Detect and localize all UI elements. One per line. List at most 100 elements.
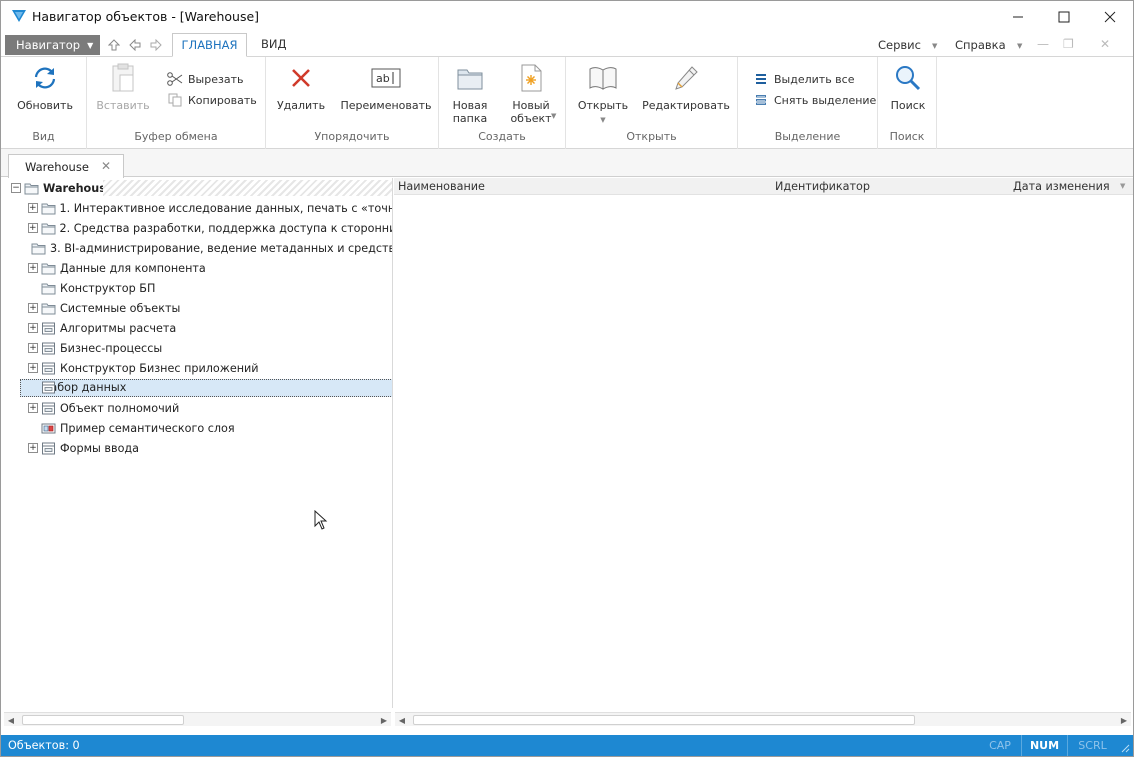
semantic-layer-icon: [41, 423, 56, 433]
tree-item[interactable]: + Алгоритмы расчета: [3, 318, 392, 338]
tree-item[interactable]: + Данные для компонента: [3, 258, 392, 278]
tree-item[interactable]: Набор данных: [3, 378, 392, 398]
container-icon: [42, 362, 55, 374]
new-object-label-1: Новый: [512, 99, 550, 112]
new-folder-label-1: Новая: [452, 99, 488, 112]
cut-button[interactable]: Вырезать: [167, 72, 243, 86]
minimize-button[interactable]: [995, 1, 1041, 33]
tree-item[interactable]: + Бизнес-процессы: [3, 338, 392, 358]
tree-item[interactable]: + Конструктор Бизнес приложений: [3, 358, 392, 378]
doc-restore-button[interactable]: ❐: [1063, 37, 1074, 51]
doc-close-button[interactable]: ✕: [1100, 37, 1110, 51]
select-all-button[interactable]: Выделить все: [753, 72, 854, 86]
open-button[interactable]: Открыть ▼: [576, 63, 630, 127]
tree-item[interactable]: + Формы ввода: [3, 438, 392, 458]
up-arrow-icon: [108, 39, 120, 51]
tree-item[interactable]: Конструктор БП: [3, 278, 392, 298]
chevron-down-icon: ▼: [87, 40, 94, 50]
expand-toggle-icon[interactable]: +: [28, 263, 38, 273]
tree-item-label: Объект полномочий: [60, 401, 180, 415]
tree-item[interactable]: + Объект полномочий: [3, 398, 392, 418]
column-identifier[interactable]: Идентификатор: [775, 180, 870, 193]
tree-item[interactable]: 3. BI-администрирование, ведение метадан…: [3, 238, 392, 258]
doc-minimize-button[interactable]: —: [1037, 37, 1049, 51]
new-folder-icon: [457, 69, 483, 90]
tree-item[interactable]: +2. Средства разработки, поддержка досту…: [3, 218, 392, 238]
list-horizontal-scrollbar[interactable]: ◀ ▶: [395, 712, 1131, 726]
deselect-icon: [756, 95, 766, 105]
search-button[interactable]: Поиск: [883, 63, 933, 112]
maximize-icon: [1058, 11, 1070, 23]
edit-label: Редактировать: [642, 99, 730, 112]
main-window: Навигатор объектов - [Warehouse] Навигат…: [0, 0, 1134, 757]
minimize-icon: [1013, 16, 1023, 18]
expand-toggle-icon[interactable]: +: [28, 343, 38, 353]
scroll-thumb[interactable]: [22, 715, 184, 725]
ribbon-group-selection: Выделить все Снять выделение Выделение: [738, 57, 878, 149]
tree-item[interactable]: Пример семантического слоя: [3, 418, 392, 438]
forward-button[interactable]: [147, 36, 165, 54]
copy-button[interactable]: Копировать: [167, 93, 257, 107]
new-object-button[interactable]: Новый объект: [505, 63, 557, 125]
tree-root[interactable]: − Warehouse: [3, 178, 392, 198]
group-label-clipboard: Буфер обмена: [134, 130, 218, 143]
chevron-down-icon: ▼: [551, 112, 557, 120]
object-count: Объектов: 0: [8, 739, 80, 752]
edit-button[interactable]: Редактировать: [642, 63, 730, 112]
expand-toggle-icon[interactable]: +: [28, 223, 38, 233]
close-button[interactable]: [1087, 1, 1133, 33]
resize-grip-icon[interactable]: [1120, 743, 1130, 753]
expand-toggle-icon[interactable]: +: [28, 303, 38, 313]
new-object-icon: [521, 64, 542, 92]
forward-arrow-icon: [150, 39, 162, 51]
search-icon: [896, 66, 921, 91]
new-folder-button[interactable]: Новая папка: [447, 63, 493, 125]
group-label-view: Вид: [32, 130, 55, 143]
tree-item[interactable]: + Системные объекты: [3, 298, 392, 318]
column-modified-date[interactable]: Дата изменения: [1013, 180, 1110, 193]
expand-toggle-icon[interactable]: +: [28, 403, 38, 413]
delete-button[interactable]: Удалить: [276, 63, 326, 112]
search-label: Поиск: [890, 99, 926, 112]
tree-horizontal-scrollbar[interactable]: ◀ ▶: [4, 712, 391, 726]
scroll-right-icon[interactable]: ▶: [1117, 713, 1131, 727]
scroll-thumb[interactable]: [413, 715, 915, 725]
tree-item-label: 1. Интерактивное исследование данных, пе…: [59, 201, 393, 215]
tab-home[interactable]: ГЛАВНАЯ: [172, 33, 247, 57]
expand-toggle-icon[interactable]: +: [28, 203, 38, 213]
chevron-down-icon[interactable]: ▼: [1120, 182, 1125, 190]
paste-button[interactable]: Вставить: [96, 63, 150, 112]
rename-button[interactable]: ab Переименовать: [340, 63, 432, 112]
document-tab-strip: Warehouse ✕: [1, 149, 1133, 178]
list-header: Наименование Идентификатор Дата изменени…: [394, 178, 1133, 195]
back-button[interactable]: [126, 36, 144, 54]
expand-toggle-icon[interactable]: +: [28, 443, 38, 453]
navigator-menu-button[interactable]: Навигатор ▼: [5, 35, 100, 55]
help-menu[interactable]: Справка: [955, 38, 1006, 52]
num-indicator: NUM: [1021, 735, 1067, 756]
folder-icon: [24, 183, 39, 194]
tree-item-label: Конструктор Бизнес приложений: [60, 361, 259, 375]
chevron-down-icon: ▼: [932, 42, 938, 50]
window-title: Навигатор объектов - [Warehouse]: [32, 9, 260, 24]
service-menu[interactable]: Сервис: [878, 38, 921, 52]
close-tab-icon[interactable]: ✕: [101, 159, 111, 173]
tree-item-label: Конструктор БП: [60, 281, 156, 295]
scroll-left-icon[interactable]: ◀: [4, 713, 18, 727]
scroll-left-icon[interactable]: ◀: [395, 713, 409, 727]
folder-icon: [41, 303, 56, 314]
expand-toggle-icon[interactable]: +: [28, 363, 38, 373]
svg-text:ab: ab: [376, 72, 390, 85]
tab-view[interactable]: ВИД: [261, 37, 286, 51]
column-name[interactable]: Наименование: [398, 180, 485, 193]
up-level-button[interactable]: [105, 36, 123, 54]
refresh-button[interactable]: Обновить: [17, 63, 73, 112]
ribbon: Обновить Вид Вставить Вырезать Копироват…: [1, 57, 1133, 149]
deselect-button[interactable]: Снять выделение: [753, 93, 876, 107]
maximize-button[interactable]: [1041, 1, 1087, 33]
tab-warehouse[interactable]: Warehouse ✕: [8, 154, 124, 178]
expand-toggle-icon[interactable]: +: [28, 323, 38, 333]
tree-item[interactable]: +1. Интерактивное исследование данных, п…: [3, 198, 393, 218]
scroll-right-icon[interactable]: ▶: [377, 713, 391, 727]
collapse-toggle-icon[interactable]: −: [11, 183, 21, 193]
